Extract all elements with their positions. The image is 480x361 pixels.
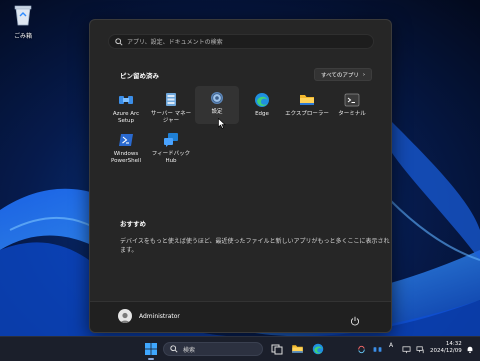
pinned-app-powershell[interactable]: Windows PowerShell [104, 128, 148, 166]
network-icon [415, 345, 424, 353]
start-search-box[interactable]: アプリ、設定、ドキュメントの検索 [108, 34, 374, 49]
app-label: Edge [255, 111, 269, 117]
edge-icon [255, 93, 269, 107]
user-name: Administrator [139, 312, 180, 320]
bell-icon [467, 346, 473, 353]
azure-arc-icon [373, 346, 381, 352]
power-button[interactable] [350, 311, 360, 330]
pinned-app-azure-arc[interactable]: Azure Arc Setup [104, 88, 148, 126]
pinned-app-server-manager[interactable]: サーバー マネージャー [149, 88, 193, 126]
app-label: Windows PowerShell [110, 151, 142, 164]
feedback-hub-icon [164, 133, 178, 147]
tray-sync-button[interactable] [355, 341, 367, 357]
powershell-icon [119, 134, 133, 146]
search-icon [170, 345, 178, 353]
input-language-indicator[interactable]: A [389, 342, 393, 349]
all-apps-label: すべてのアプリ [321, 72, 359, 79]
edge-icon [312, 343, 324, 355]
pinned-app-explorer[interactable]: エクスプローラー [285, 88, 329, 126]
clock-date: 2024/12/09 [430, 348, 462, 354]
pinned-app-feedback-hub[interactable]: フィードバック Hub [149, 128, 193, 166]
user-avatar-icon [118, 309, 132, 323]
windows-logo-icon [145, 343, 157, 355]
recycle-bin-label: ごみ箱 [13, 33, 32, 40]
taskbar-explorer-button[interactable] [289, 341, 305, 357]
power-icon [350, 316, 360, 326]
app-label: フィードバック Hub [151, 151, 191, 164]
search-placeholder: アプリ、設定、ドキュメントの検索 [127, 39, 223, 46]
pinned-app-settings[interactable]: 設定 [195, 86, 239, 124]
terminal-icon [344, 93, 360, 107]
server-manager-icon [166, 93, 176, 106]
chevron-right-icon: › [362, 71, 366, 78]
tray-network-button[interactable] [414, 341, 426, 357]
taskbar: 検索 A 14:32 2024/12/09 [0, 336, 480, 361]
start-menu: アプリ、設定、ドキュメントの検索 ピン留め済み すべてのアプリ › Azure … [89, 19, 392, 333]
pinned-section-title: ピン留め済み [120, 72, 159, 80]
user-account-button[interactable]: Administrator [118, 309, 180, 323]
clock-time: 14:32 [445, 341, 462, 347]
taskbar-clock[interactable]: 14:32 2024/12/09 [430, 341, 462, 355]
recycle-bin-icon [14, 5, 32, 26]
pinned-app-terminal[interactable]: ターミナル [330, 88, 374, 126]
start-button[interactable] [143, 341, 159, 357]
azure-arc-icon [119, 96, 133, 104]
start-footer: Administrator [90, 301, 391, 332]
task-view-icon [271, 344, 283, 355]
taskbar-edge-button[interactable] [310, 341, 326, 357]
display-icon [401, 345, 411, 353]
folder-icon [291, 345, 303, 353]
mouse-cursor-icon [218, 118, 226, 129]
app-label: ターミナル [338, 111, 366, 117]
sync-icon [357, 345, 365, 353]
app-label: サーバー マネージャー [150, 111, 192, 124]
pinned-app-edge[interactable]: Edge [240, 88, 284, 126]
app-label: 設定 [211, 109, 223, 115]
search-icon [115, 37, 123, 46]
settings-gear-icon [211, 92, 223, 104]
all-apps-button[interactable]: すべてのアプリ › [314, 68, 373, 81]
task-view-button[interactable] [269, 341, 285, 357]
recommended-empty-text: デバイスをもっと使えば使うほど、最近使ったファイルと新しいアプリがもっと多くここ… [120, 238, 390, 254]
recommended-section-title: おすすめ [120, 220, 146, 228]
app-label: エクスプローラー [285, 111, 329, 117]
tray-apps-button[interactable] [371, 341, 383, 357]
folder-icon [300, 95, 314, 105]
app-label: Azure Arc Setup [112, 111, 140, 124]
tray-display-button[interactable] [400, 341, 412, 357]
notification-button[interactable] [464, 341, 476, 357]
recycle-bin-desktop-icon[interactable]: ごみ箱 [6, 4, 40, 40]
taskbar-search-label: 検索 [183, 346, 196, 354]
taskbar-search-box[interactable]: 検索 [163, 342, 263, 356]
